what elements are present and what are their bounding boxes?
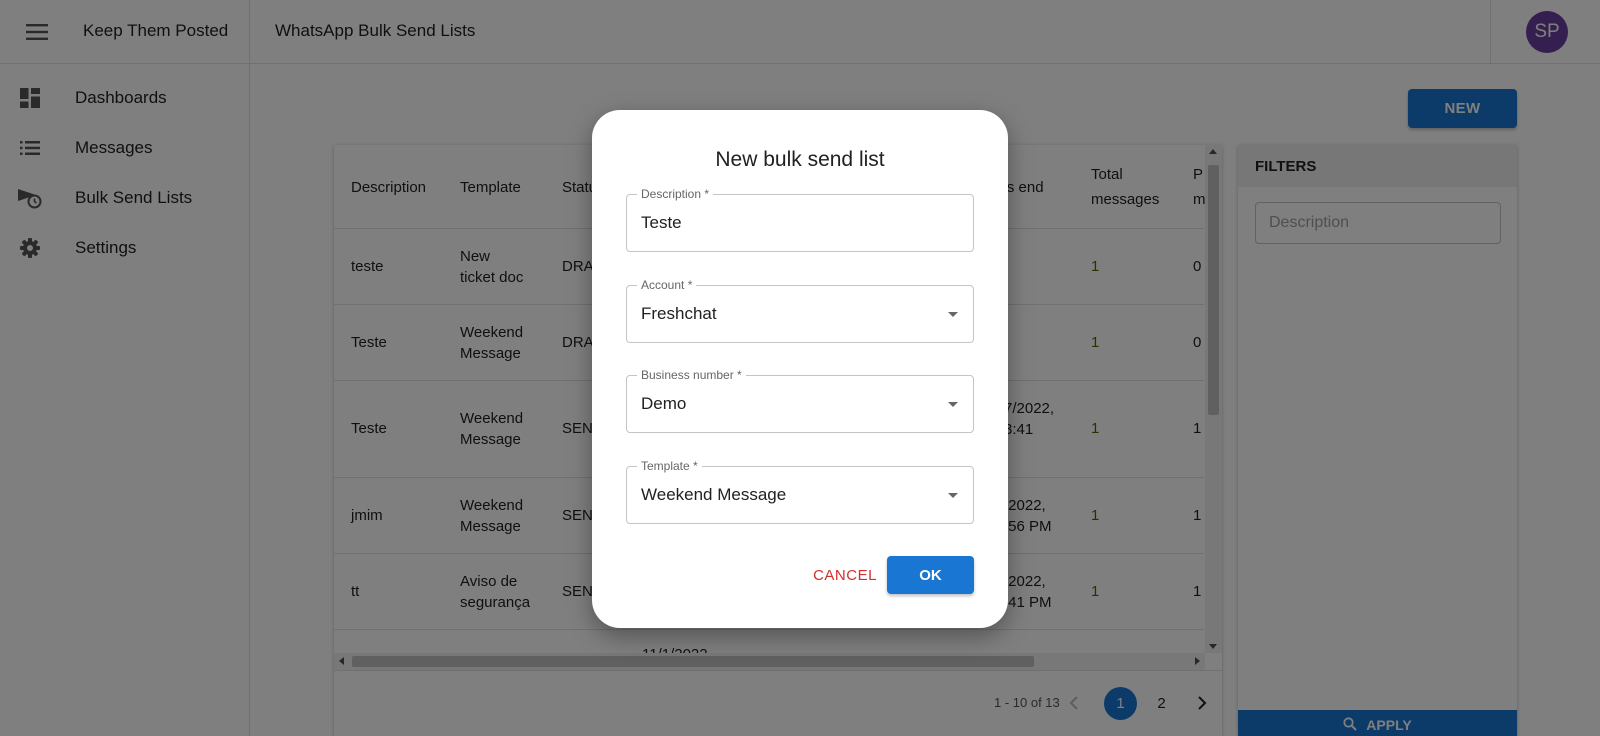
template-select[interactable]: Template * Weekend Message <box>626 458 974 524</box>
cancel-button[interactable]: CANCEL <box>795 556 895 594</box>
account-select[interactable]: Account * Freshchat <box>626 277 974 343</box>
account-select-value: Freshchat <box>641 304 717 323</box>
business-number-select-label: Business number * <box>637 367 746 383</box>
template-select-label: Template * <box>637 458 702 474</box>
dropdown-arrow-icon[interactable] <box>948 493 958 498</box>
template-select-value: Weekend Message <box>641 485 787 504</box>
description-field-label: Description * <box>637 186 714 202</box>
dropdown-arrow-icon[interactable] <box>948 402 958 407</box>
account-select-label: Account * <box>637 277 697 293</box>
description-field-value[interactable]: Teste <box>641 213 682 233</box>
dialog-title: New bulk send list <box>715 148 885 171</box>
ok-button[interactable]: OK <box>887 556 974 594</box>
description-field[interactable]: Description * Teste <box>626 186 974 252</box>
dropdown-arrow-icon[interactable] <box>948 312 958 317</box>
business-number-select-value: Demo <box>641 394 687 413</box>
new-bulk-send-list-dialog: New bulk send list Description * Teste A… <box>592 110 1008 628</box>
business-number-select[interactable]: Business number * Demo <box>626 367 974 433</box>
